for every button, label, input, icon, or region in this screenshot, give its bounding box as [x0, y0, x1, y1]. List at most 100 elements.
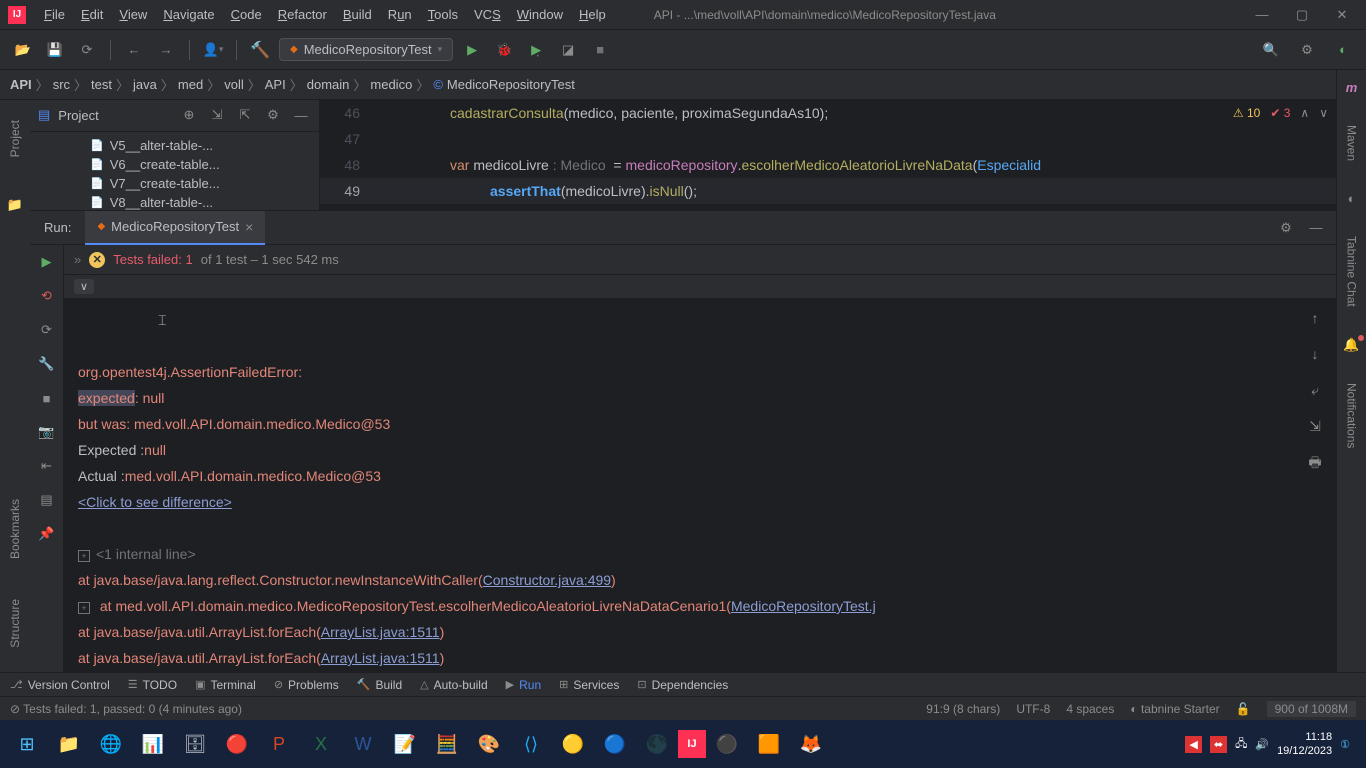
app-icon[interactable]: 🟧 [748, 723, 790, 765]
run-settings-icon[interactable]: ⚙ [1276, 218, 1296, 238]
collapse-all-icon[interactable]: ⇱ [235, 105, 255, 125]
explorer-icon[interactable]: 📁 [48, 723, 90, 765]
close-tab-icon[interactable]: × [245, 219, 253, 235]
bottom-tool-todo[interactable]: ☰TODO [128, 678, 177, 692]
breadcrumb-segment[interactable]: java [133, 77, 157, 92]
app-icon[interactable]: 🗄 [174, 723, 216, 765]
breadcrumb-segment[interactable]: src [53, 77, 70, 92]
stop-icon[interactable]: ■ [587, 37, 613, 63]
powerpoint-icon[interactable]: P [258, 723, 300, 765]
scroll-down-icon[interactable]: ↓ [1304, 343, 1326, 365]
app-icon[interactable]: 🔴 [216, 723, 258, 765]
code-editor[interactable]: ⚠ 10 ✔ 3 ∧ ∨ ⋮ 46 47 48 49 cadastrarCons… [320, 100, 1366, 210]
rerun-failed-icon[interactable]: ⟲ [36, 285, 58, 307]
bottom-tool-services[interactable]: ⊞Services [559, 678, 619, 692]
breadcrumb-segment[interactable]: voll [224, 77, 244, 92]
firefox-icon[interactable]: 🦊 [790, 723, 832, 765]
lock-icon[interactable]: 🔓 [1236, 702, 1251, 716]
menu-edit[interactable]: Edit [73, 7, 111, 22]
notifications-icon[interactable]: 🔔 [1343, 337, 1359, 353]
menu-run[interactable]: Run [380, 7, 420, 22]
next-highlight-icon[interactable]: ∨ [1319, 106, 1328, 120]
tree-file[interactable]: 📄V8__alter-table-... [30, 193, 319, 210]
hide-icon[interactable]: — [291, 105, 311, 125]
system-clock[interactable]: 11:18 19/12/2023 [1277, 730, 1332, 758]
notification-center-icon[interactable]: ① [1340, 738, 1350, 751]
intellij-taskbar-icon[interactable]: IJ [678, 730, 706, 758]
tree-file[interactable]: 📄V7__create-table... [30, 174, 319, 193]
paint-icon[interactable]: 🎨 [468, 723, 510, 765]
toggle-autotest-icon[interactable]: ⟳ [36, 319, 58, 341]
bottom-tool-dependencies[interactable]: ⊡Dependencies [637, 678, 728, 692]
bottom-tool-version-control[interactable]: ⎇Version Control [10, 678, 110, 692]
maximize-icon[interactable]: ▢ [1294, 7, 1310, 23]
bottom-tool-terminal[interactable]: ▣Terminal [195, 678, 256, 692]
bottom-tool-run[interactable]: ▶Run [506, 678, 541, 692]
breadcrumb-segment[interactable]: API [265, 77, 286, 92]
project-tool-button[interactable]: Project [8, 120, 22, 157]
notepad-icon[interactable]: 📝 [384, 723, 426, 765]
build-icon[interactable]: 🔨 [247, 37, 273, 63]
tray-icon[interactable]: ⬌ [1210, 736, 1227, 753]
menu-navigate[interactable]: Navigate [155, 7, 222, 22]
breadcrumb-segment[interactable]: med [178, 77, 203, 92]
maven-icon[interactable]: m [1346, 80, 1358, 95]
layout-icon[interactable]: ▤ [36, 489, 58, 511]
chevron-down-icon[interactable]: ∨ [74, 279, 94, 294]
save-all-icon[interactable]: 💾 [42, 37, 68, 63]
caret-position[interactable]: 91:9 (8 chars) [926, 702, 1000, 716]
run-configuration-selector[interactable]: ◆ MedicoRepositoryTest ▾ [279, 38, 453, 61]
select-opened-file-icon[interactable]: ⊕ [179, 105, 199, 125]
indent-setting[interactable]: 4 spaces [1066, 702, 1114, 716]
back-icon[interactable]: ← [121, 37, 147, 63]
soft-wrap-icon[interactable]: ⤶ [1304, 379, 1326, 401]
memory-indicator[interactable]: 900 of 1008M [1267, 701, 1356, 717]
minimize-icon[interactable]: — [1254, 7, 1270, 23]
tabnine-chat-button[interactable]: Tabnine Chat [1345, 236, 1359, 307]
menu-code[interactable]: Code [223, 7, 270, 22]
run-tab[interactable]: ◆ MedicoRepositoryTest × [85, 211, 265, 245]
start-icon[interactable]: ⊞ [6, 723, 48, 765]
notifications-tool-button[interactable]: Notifications [1345, 383, 1359, 448]
rerun-icon[interactable]: ▶ [36, 251, 58, 273]
expand-all-icon[interactable]: ⇲ [207, 105, 227, 125]
settings-icon[interactable]: ⚙ [1294, 37, 1320, 63]
word-icon[interactable]: W [342, 723, 384, 765]
breadcrumb-segment[interactable]: test [91, 77, 112, 92]
file-encoding[interactable]: UTF-8 [1016, 702, 1050, 716]
forward-icon[interactable]: → [153, 37, 179, 63]
bottom-tool-build[interactable]: 🔨Build [357, 678, 402, 692]
calculator-icon[interactable]: 🧮 [426, 723, 468, 765]
tree-file[interactable]: 📄V5__alter-table-... [30, 136, 319, 155]
test-console[interactable]: ↑ ↓ ⤶ ⇲ 🖶 ⌶ org.opentest4j.AssertionFail… [64, 299, 1336, 679]
coverage-icon[interactable]: ▶̣ [523, 37, 549, 63]
scroll-up-icon[interactable]: ↑ [1304, 307, 1326, 329]
vscode-icon[interactable]: ⟨⟩ [510, 723, 552, 765]
menu-help[interactable]: Help [571, 7, 614, 22]
tabnine-logo-icon[interactable]: ◐ [1330, 37, 1356, 63]
breadcrumb-segment[interactable]: domain [307, 77, 350, 92]
see-difference-link[interactable]: <Click to see difference> [78, 494, 232, 510]
warnings-badge[interactable]: ⚠ 10 [1233, 106, 1260, 120]
bottom-tool-auto-build[interactable]: △Auto-build [420, 678, 488, 692]
expand-fold-icon[interactable]: + [78, 550, 90, 562]
bottom-tool-problems[interactable]: ⊘Problems [274, 678, 339, 692]
stop-run-icon[interactable]: ■ [36, 387, 58, 409]
tabnine-icon[interactable]: ◐ [1348, 191, 1356, 206]
collapse-icon[interactable]: » [74, 252, 81, 267]
stacktrace-link[interactable]: Constructor.java:499 [483, 572, 611, 588]
pin-icon[interactable]: 📌 [36, 523, 58, 545]
excel-icon[interactable]: X [300, 723, 342, 765]
menu-tools[interactable]: Tools [420, 7, 466, 22]
tree-file[interactable]: 📄V6__create-table... [30, 155, 319, 174]
stacktrace-link[interactable]: ArrayList.java:1511 [321, 650, 440, 666]
close-icon[interactable]: ✕ [1334, 7, 1350, 23]
prev-highlight-icon[interactable]: ∧ [1300, 106, 1309, 120]
refresh-icon[interactable]: ⟳ [74, 37, 100, 63]
menu-build[interactable]: Build [335, 7, 380, 22]
menu-refactor[interactable]: Refactor [270, 7, 335, 22]
gear-icon[interactable]: ⚙ [263, 105, 283, 125]
exit-icon[interactable]: ⇤ [36, 455, 58, 477]
run-hide-icon[interactable]: — [1306, 218, 1326, 238]
print-icon[interactable]: 🖶 [1304, 451, 1326, 473]
